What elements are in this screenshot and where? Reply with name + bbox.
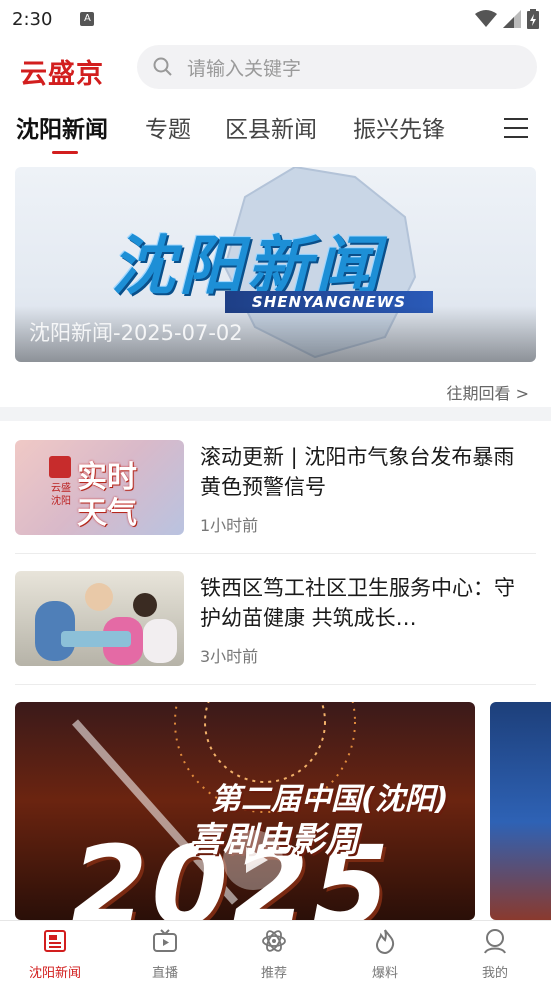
tab-district-news[interactable]: 区县新闻: [225, 110, 317, 144]
channel-logo-icon: [49, 456, 71, 478]
news-thumbnail: 云盛沈阳 实时 天气: [15, 440, 184, 535]
category-tabs: 沈阳新闻 专题 区县新闻 振兴先锋: [0, 104, 551, 156]
tab-revitalization-pioneers[interactable]: 振兴先锋: [353, 110, 445, 144]
section-divider: [0, 407, 551, 421]
search-bar[interactable]: 请输入关键字: [137, 45, 537, 89]
nav-label: 沈阳新闻: [28, 966, 81, 981]
fire-icon: [375, 929, 395, 955]
active-tab-indicator: [52, 151, 78, 154]
news-title: 滚动更新 | 沈阳市气象台发布暴雨黄色预警信号: [200, 445, 515, 499]
news-thumbnail: [15, 571, 184, 666]
thumb-side-label: 云盛沈阳: [51, 483, 71, 507]
notification-icon: A: [80, 12, 95, 26]
wifi-icon: [475, 10, 497, 27]
nav-label: 直播: [151, 966, 178, 981]
status-time: 2:30: [12, 8, 53, 30]
signal-icon: [503, 10, 521, 28]
nav-shenyang-news[interactable]: 沈阳新闻: [15, 927, 95, 981]
thumb-title-line2: 天气: [77, 496, 137, 531]
tab-special-topics[interactable]: 专题: [145, 110, 191, 144]
news-icon: [44, 930, 66, 952]
play-icon[interactable]: [220, 827, 286, 893]
nav-tips[interactable]: 爆料: [345, 927, 425, 981]
bottom-navigation: 沈阳新闻 直播 推荐 爆料 我的: [0, 920, 551, 981]
nav-recommend[interactable]: 推荐: [234, 927, 314, 981]
status-bar: 2:30 A: [0, 0, 551, 38]
news-item[interactable]: 铁西区笃工社区卫生服务中心：守护幼苗健康 共筑成长… 3小时前: [15, 571, 536, 667]
app-logo: 云盛京: [20, 59, 104, 90]
item-divider: [15, 684, 536, 685]
item-divider: [15, 553, 536, 554]
news-time: 3小时前: [200, 647, 259, 666]
nav-label: 爆料: [371, 966, 398, 981]
past-episodes-link[interactable]: 往期回看 >: [447, 380, 530, 404]
nav-live[interactable]: 直播: [125, 927, 205, 981]
nav-label: 推荐: [260, 966, 287, 981]
user-icon: [484, 929, 506, 954]
news-item[interactable]: 云盛沈阳 实时 天气 滚动更新 | 沈阳市气象台发布暴雨黄色预警信号 1小时前: [15, 440, 536, 536]
app-header: 云盛京 请输入关键字: [0, 44, 551, 92]
tab-shenyang-news[interactable]: 沈阳新闻: [16, 110, 108, 144]
menu-icon[interactable]: [504, 118, 528, 140]
atom-icon: [262, 930, 286, 952]
banner-caption: 沈阳新闻-2025-07-02: [29, 321, 243, 345]
tv-icon: [153, 929, 177, 952]
news-banner[interactable]: 沈阳新闻 SHENYANGNEWS 沈阳新闻-2025-07-02: [15, 167, 536, 362]
nav-profile[interactable]: 我的: [455, 927, 535, 981]
status-icons: [475, 9, 539, 29]
battery-icon: [527, 9, 539, 29]
news-title: 铁西区笃工社区卫生服务中心：守护幼苗健康 共筑成长…: [200, 576, 515, 630]
featured-video-card[interactable]: 2025 第二届中国(沈阳) 喜剧电影周: [15, 702, 475, 920]
search-input[interactable]: 请输入关键字: [187, 54, 301, 81]
nav-label: 我的: [481, 966, 508, 981]
next-featured-card[interactable]: [490, 702, 551, 920]
search-icon: [153, 57, 172, 76]
news-time: 1小时前: [200, 516, 259, 535]
